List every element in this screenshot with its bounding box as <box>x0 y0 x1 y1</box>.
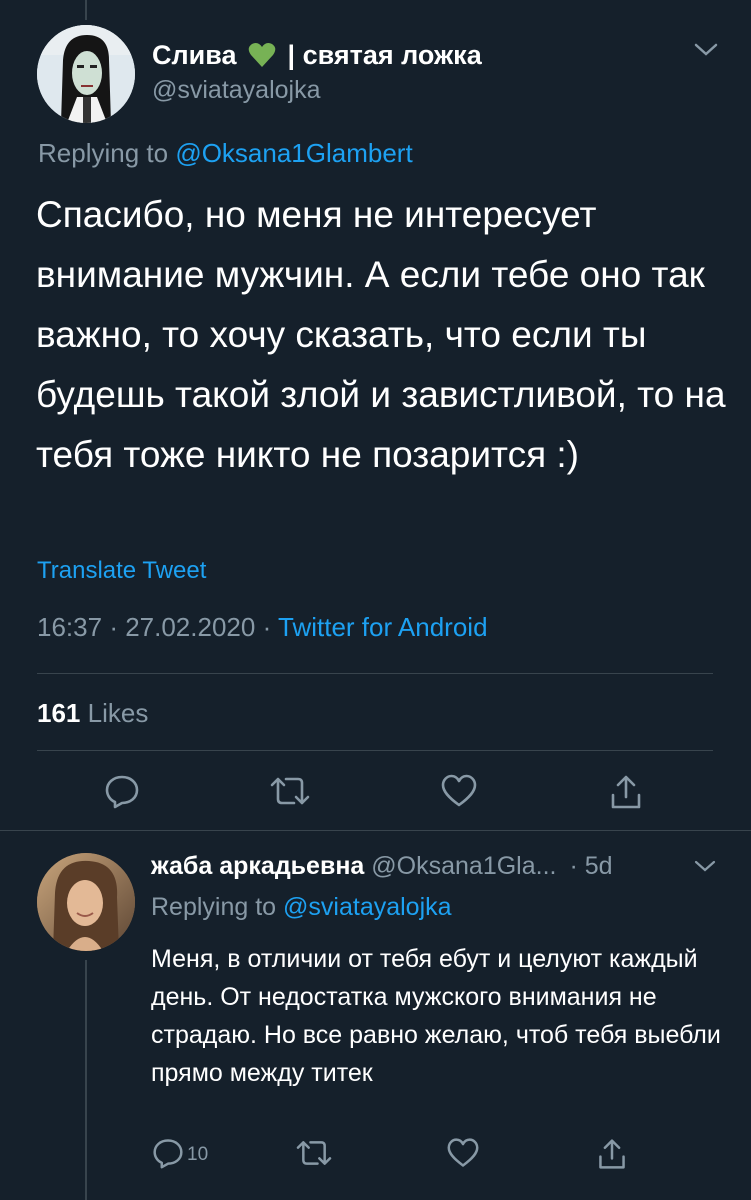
tweet-time[interactable]: 16:37 <box>37 612 102 642</box>
reply-text: Меня, в отличии от тебя ебут и целуют ка… <box>151 945 721 1087</box>
author-name[interactable]: Слива | святая ложка <box>152 40 482 75</box>
likes-label: Likes <box>87 698 149 728</box>
share-icon[interactable] <box>596 1137 628 1176</box>
divider <box>0 830 751 831</box>
replying-to-link[interactable]: @Oksana1Glambert <box>175 138 412 168</box>
display-name-suffix: | святая ложка <box>287 40 482 70</box>
tweet-meta: 16:37 · 27.02.2020 · Twitter for Android <box>37 612 488 643</box>
reply-display-name[interactable]: жаба аркадьевна <box>151 852 364 880</box>
tweet-text: Спасибо, но меня не интересует внимание … <box>36 194 726 475</box>
like-icon[interactable] <box>440 773 478 814</box>
replying-to-link[interactable]: @sviatayalojka <box>283 893 452 921</box>
reply-replying-to: Replying to @sviatayalojka <box>151 893 452 922</box>
reply-action-bar <box>0 1137 751 1173</box>
reply-handle[interactable]: @Oksana1Gla... <box>371 852 556 880</box>
likes-stat[interactable]: 161 Likes <box>37 698 148 729</box>
reply-avatar[interactable] <box>37 853 135 951</box>
reply-count: 10 <box>187 1144 209 1165</box>
replying-prefix: Replying to <box>151 893 277 921</box>
likes-count: 161 <box>37 698 81 728</box>
divider <box>37 673 713 674</box>
green-heart-icon <box>248 42 276 75</box>
translate-link[interactable]: Translate Tweet <box>37 557 206 585</box>
retweet-icon[interactable] <box>296 1137 332 1174</box>
thread-line <box>85 0 87 20</box>
reply-author[interactable]: жаба аркадьевна @Oksana1Gla... · 5d <box>151 852 613 881</box>
action-bar <box>0 773 751 813</box>
chevron-down-icon[interactable] <box>692 40 720 65</box>
author-handle[interactable]: @sviatayalojka <box>152 76 321 105</box>
separator: · <box>262 612 278 642</box>
chevron-down-icon[interactable] <box>693 858 717 881</box>
replying-to: Replying to @Oksana1Glambert <box>38 138 413 169</box>
replying-prefix: Replying to <box>38 138 169 168</box>
separator: · <box>109 612 126 642</box>
retweet-icon[interactable] <box>270 773 310 814</box>
divider <box>37 750 713 751</box>
reply-icon[interactable] <box>104 773 140 814</box>
avatar[interactable] <box>37 25 135 123</box>
like-icon[interactable] <box>446 1137 480 1174</box>
display-name: Слива <box>152 40 237 70</box>
share-icon[interactable] <box>608 773 644 816</box>
tweet-source[interactable]: Twitter for Android <box>278 612 488 642</box>
reply-icon[interactable] <box>152 1137 184 1174</box>
reply-age[interactable]: · 5d <box>569 852 612 880</box>
tweet-date[interactable]: 27.02.2020 <box>125 612 255 642</box>
